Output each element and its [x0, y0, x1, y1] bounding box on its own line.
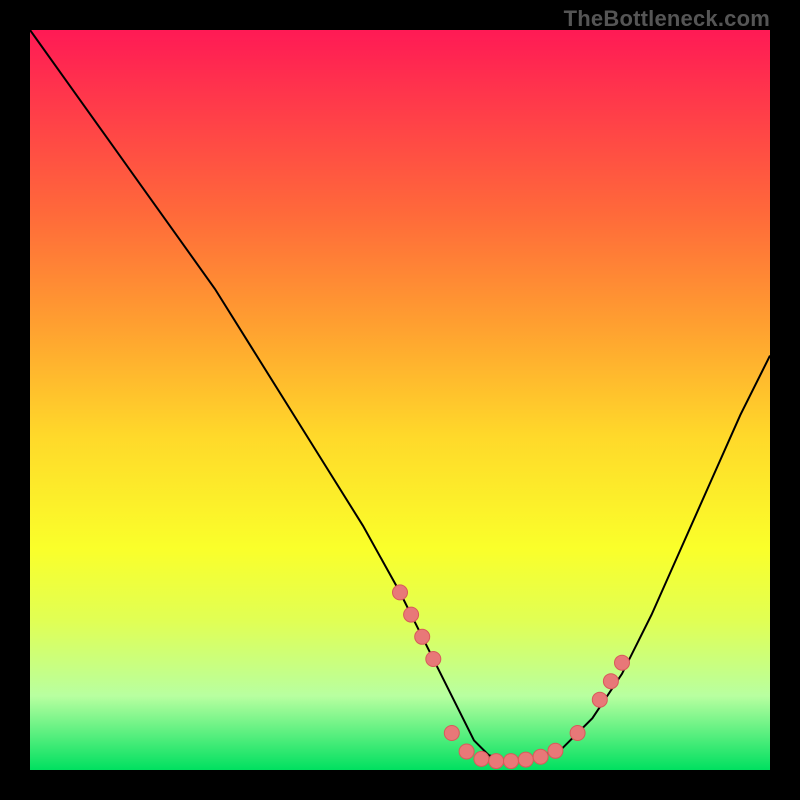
curve-marker	[404, 607, 419, 622]
curve-marker	[518, 752, 533, 767]
watermark: TheBottleneck.com	[564, 6, 770, 32]
curve-marker	[603, 674, 618, 689]
curve-marker	[548, 743, 563, 758]
curve-marker	[504, 754, 519, 769]
bottleneck-curve	[30, 30, 770, 761]
curve-marker	[444, 726, 459, 741]
curve-marker	[489, 754, 504, 769]
chart-overlay	[30, 30, 770, 770]
curve-marker	[570, 726, 585, 741]
curve-marker	[615, 655, 630, 670]
curve-markers	[393, 585, 630, 769]
chart-canvas: TheBottleneck.com	[0, 0, 800, 800]
curve-marker	[459, 744, 474, 759]
curve-marker	[393, 585, 408, 600]
curve-marker	[533, 749, 548, 764]
curve-marker	[592, 692, 607, 707]
curve-marker	[474, 751, 489, 766]
curve-marker	[415, 629, 430, 644]
curve-marker	[426, 652, 441, 667]
